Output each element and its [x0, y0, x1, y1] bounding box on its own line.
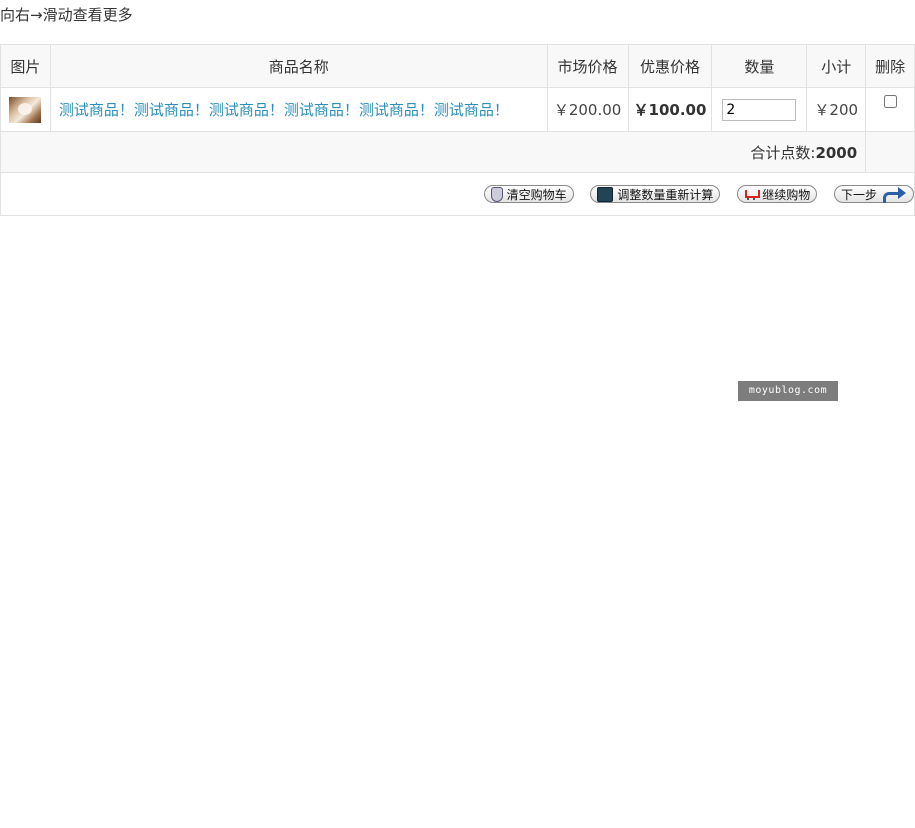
product-image-cell [0, 87, 51, 132]
clear-cart-button[interactable]: 清空购物车 [483, 185, 574, 204]
cart-table: 图片 商品名称 市场价格 优惠价格 数量 小计 删除 测试商品！测试商品！测试商… [0, 44, 915, 216]
quantity-input[interactable] [722, 98, 797, 121]
continue-shopping-button[interactable]: 继续购物 [737, 185, 818, 204]
total-cell: 合计点数:2000 [0, 131, 867, 173]
arrow-right-icon [881, 187, 907, 204]
market-price: ￥200.00 [546, 87, 629, 132]
continue-shopping-label: 继续购物 [762, 187, 811, 202]
scroll-hint: 向右→滑动查看更多 [0, 6, 133, 24]
delete-checkbox[interactable] [883, 94, 897, 108]
header-name: 商品名称 [49, 44, 548, 88]
promo-price: ￥100.00 [627, 87, 713, 132]
header-subtotal: 小计 [806, 44, 867, 88]
total-label: 合计点数: [750, 143, 816, 162]
recalculate-button[interactable]: 调整数量重新计算 [590, 185, 721, 204]
next-step-button[interactable]: 下一步 [833, 185, 914, 204]
header-delete: 删除 [865, 44, 915, 88]
header-quantity: 数量 [711, 44, 808, 88]
header-promo-price: 优惠价格 [627, 44, 713, 88]
watermark: moyublog.com [738, 381, 838, 401]
total-value: 2000 [815, 143, 858, 162]
header-market-price: 市场价格 [546, 44, 629, 88]
product-name-link[interactable]: 测试商品！测试商品！测试商品！测试商品！测试商品！测试商品！ [59, 101, 509, 119]
product-thumbnail[interactable] [9, 96, 42, 123]
product-name-cell: 测试商品！测试商品！测试商品！测试商品！测试商品！测试商品！ [49, 87, 548, 132]
delete-cell [865, 87, 915, 132]
subtotal: ￥200 [806, 87, 867, 132]
shopping-cart-icon [744, 188, 761, 201]
total-row: 合计点数:2000 [0, 131, 915, 173]
next-step-label: 下一步 [840, 187, 877, 202]
header-image: 图片 [0, 44, 51, 88]
actions-row: 清空购物车 调整数量重新计算 继续购物 下一步 [0, 172, 915, 216]
trash-can-icon [490, 186, 503, 202]
calculator-icon [597, 186, 614, 202]
recalculate-label: 调整数量重新计算 [617, 187, 714, 202]
actions-cell: 清空购物车 调整数量重新计算 继续购物 下一步 [0, 172, 915, 216]
clear-cart-label: 清空购物车 [506, 187, 567, 202]
quantity-cell [711, 87, 808, 132]
table-row: 测试商品！测试商品！测试商品！测试商品！测试商品！测试商品！ ￥200.00 ￥… [0, 87, 915, 132]
table-header-row: 图片 商品名称 市场价格 优惠价格 数量 小计 删除 [0, 44, 915, 88]
total-empty-cell [865, 131, 915, 173]
